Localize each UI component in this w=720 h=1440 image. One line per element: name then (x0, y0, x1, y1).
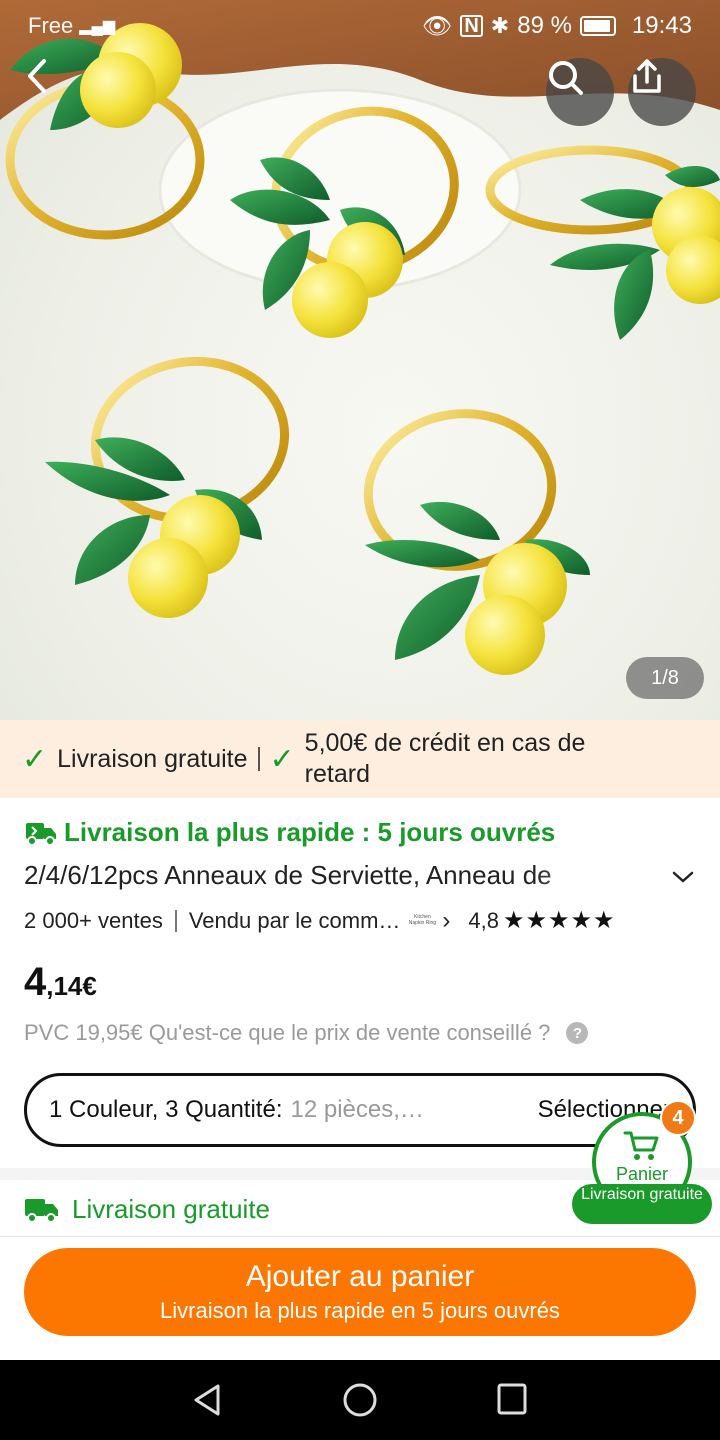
napkin-rings-photo (0, 0, 720, 675)
product-image[interactable]: Free ▂▄▆ 👁 N ✱ 89 % 19:43 1/8 (0, 0, 720, 720)
recommended-price-text: PVC 19,95€ Qu'est-ce que le prix de vent… (24, 1020, 551, 1045)
promo-banner[interactable]: ✓ Livraison gratuite ✓ 5,00€ de crédit e… (0, 720, 720, 798)
variant-value: 12 pièces,… (290, 1096, 424, 1123)
cart-free-delivery-pill[interactable]: Livraison gratuite (572, 1184, 712, 1224)
carrier-label: Free (28, 13, 74, 38)
cart-count-badge: 4 (660, 1100, 696, 1136)
signal-icon: ▂▄▆ (79, 18, 116, 35)
check-icon: ✓ (22, 742, 48, 776)
price: 4,14€ (24, 960, 97, 1005)
recommended-price-row[interactable]: PVC 19,95€ Qu'est-ce que le prix de vent… (24, 1020, 589, 1046)
sales-count: 2 000+ ventes (24, 907, 163, 933)
variant-selector[interactable]: 1 Couleur, 3 Quantité: 12 pièces,… Sélec… (24, 1073, 696, 1147)
fast-delivery-label: Livraison la plus rapide : 5 jours ouvré… (24, 817, 555, 848)
shipping-label: Livraison gratuite (72, 1194, 270, 1224)
product-meta-row: 2 000+ ventes Vendu par le comm… Kitchen… (24, 906, 704, 935)
battery-icon (579, 16, 616, 36)
nav-home-icon[interactable] (342, 1382, 378, 1418)
search-button[interactable] (546, 58, 614, 126)
bluetooth-icon: ✱ (490, 13, 510, 38)
fast-truck-icon (26, 822, 56, 846)
nav-recents-icon[interactable] (496, 1382, 528, 1416)
promo-free-delivery: Livraison gratuite (57, 744, 248, 773)
search-icon (549, 61, 583, 95)
shipping-row[interactable]: Livraison gratuite (24, 1194, 270, 1225)
chevron-right-icon[interactable]: › (442, 907, 450, 935)
promo-separator (257, 747, 260, 771)
nav-back-icon[interactable] (190, 1382, 224, 1418)
share-icon (633, 59, 661, 93)
image-page-indicator: 1/8 (626, 657, 704, 699)
truck-icon (25, 1198, 58, 1223)
battery-level: 89 % (517, 12, 572, 39)
system-navigation-bar (0, 1360, 720, 1440)
eye-icon: 👁 (421, 12, 453, 40)
add-to-cart-sublabel: Livraison la plus rapide en 5 jours ouvr… (160, 1298, 560, 1323)
seller-name[interactable]: Vendu par le comm… (189, 908, 401, 934)
price-integer: 4 (24, 960, 47, 1004)
status-bar: Free ▂▄▆ 👁 N ✱ 89 % 19:43 (0, 0, 720, 52)
rating-value: 4,8 (468, 907, 499, 933)
share-button[interactable] (628, 58, 696, 126)
add-to-cart-button[interactable]: Ajouter au panier Livraison la plus rapi… (24, 1248, 696, 1336)
rating-stars[interactable]: ★★★★★ (503, 906, 616, 935)
clock: 19:43 (631, 12, 692, 39)
meta-separator (174, 909, 177, 932)
promo-late-credit: 5,00€ de crédit en cas de retard (304, 729, 586, 788)
seller-logo[interactable]: Kitchen Napkin Ring (406, 909, 438, 933)
variant-label: 1 Couleur, 3 Quantité: (49, 1096, 283, 1123)
chevron-down-icon[interactable] (670, 868, 696, 886)
fast-delivery-text: Livraison la plus rapide : 5 jours ouvré… (64, 817, 556, 847)
help-icon[interactable]: ? (566, 1022, 589, 1044)
product-title[interactable]: 2/4/6/12pcs Anneaux de Serviette, Anneau… (24, 860, 644, 891)
divider-line (0, 1236, 720, 1237)
check-icon: ✓ (269, 742, 295, 776)
cart-icon (623, 1131, 659, 1160)
cart-label: Panier (615, 1164, 669, 1184)
back-button[interactable] (22, 58, 90, 126)
price-decimal: ,14€ (46, 971, 97, 1001)
nfc-icon: N (460, 15, 483, 37)
add-to-cart-label: Ajouter au panier (245, 1260, 475, 1293)
back-arrow-icon (28, 59, 46, 93)
